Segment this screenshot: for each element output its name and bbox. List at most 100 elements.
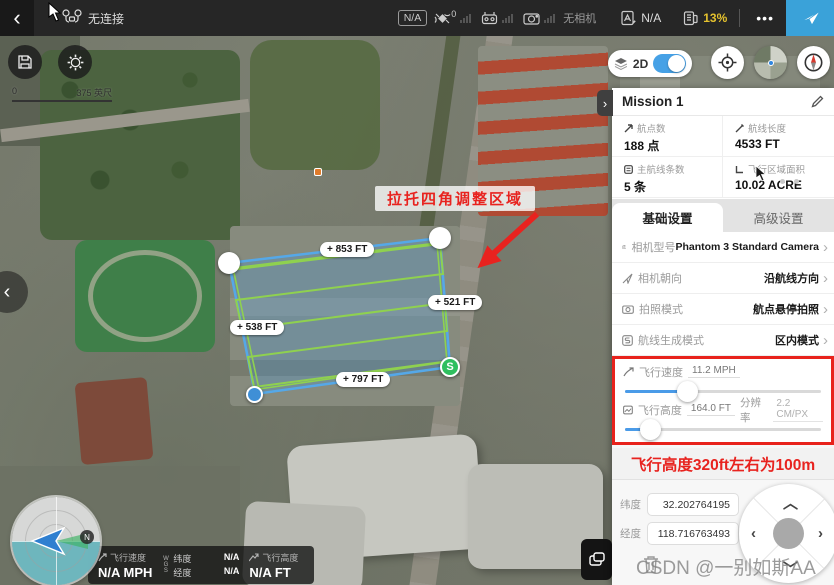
save-mission-button[interactable] [8, 45, 42, 79]
watermark: CSDN @一别如斯AA [636, 553, 816, 580]
telemetry-speed: 飞行速度 N/A MPH [98, 551, 152, 580]
settings-rows: 相机型号 Phantom 3 Standard Camera › 相机朝向 沿航… [612, 232, 834, 356]
2d-toggle-pill[interactable]: 2D [608, 50, 692, 77]
telemetry-alt-label: 飞行高度 [262, 551, 298, 564]
remote-controller-icon [481, 11, 498, 25]
setting-label: 相机型号 [631, 239, 675, 255]
scale-distance: 375 英尺 [76, 86, 112, 99]
corner-handle-bottom-left[interactable] [246, 386, 263, 403]
waypoint-icon [624, 124, 633, 133]
longitude-row: 经度 118.716763493 [620, 522, 739, 545]
altitude-slider-thumb[interactable] [640, 419, 661, 440]
camera-icon [622, 304, 634, 314]
telemetry-lat-value: N/A [224, 552, 240, 565]
speed-slider[interactable] [625, 390, 821, 393]
telemetry-bar: 飞行速度 N/A MPH WGS 纬度N/A 经度N/A 飞行高度 N/A FT [88, 546, 314, 584]
map-type-button[interactable] [581, 539, 612, 580]
corner-handle-top-right[interactable] [429, 227, 451, 249]
start-letter: S [446, 361, 453, 373]
battery-percentage: 13% [703, 11, 727, 25]
corner-handle-top-left[interactable] [218, 252, 240, 274]
stat-label: 航线长度 [748, 121, 786, 135]
minimap-button[interactable] [754, 46, 787, 79]
speed-value[interactable]: 11.2 MPH [688, 365, 740, 378]
orientation-icon [622, 273, 633, 284]
telemetry-gps: WGS 纬度N/A 经度N/A [162, 552, 239, 579]
satellite-icon [434, 11, 451, 26]
chevron-right-icon: › [823, 332, 828, 349]
tab-basic-settings[interactable]: 基础设置 [612, 203, 723, 232]
wgs-label: WGS [162, 556, 169, 574]
stat-label: 航点数 [637, 121, 666, 135]
camera-status-text: 无相机 [563, 10, 596, 26]
page-dot[interactable] [780, 179, 785, 184]
map-feature [250, 40, 380, 170]
chevron-right-icon: › [823, 239, 828, 256]
2d-toggle-switch[interactable] [653, 54, 686, 73]
layers-cards-icon [588, 551, 606, 569]
stat-value: 188 点 [624, 137, 722, 154]
chevron-left-icon: ‹ [4, 281, 11, 304]
map-annotation-label: 拉托四角调整区域 [375, 186, 535, 211]
mission-stats: 航点数 188 点 航线长度 4533 FT 主航线条数 5 条 飞行区域面积 … [612, 116, 834, 199]
longitude-label: 经度 [620, 526, 641, 541]
edit-pencil-icon[interactable] [811, 95, 824, 108]
map-feature [75, 377, 154, 465]
ellipsis-icon: ••• [756, 10, 774, 26]
setting-label: 航线生成模式 [638, 332, 775, 348]
nudge-right-button[interactable]: › [818, 525, 823, 542]
mainlines-icon [624, 165, 633, 174]
panel-collapse-button[interactable]: › [597, 90, 613, 116]
nudge-left-button[interactable]: ‹ [751, 525, 756, 542]
setting-camera-orientation[interactable]: 相机朝向 沿航线方向 › [612, 263, 834, 294]
setting-value: 区内模式 [775, 332, 819, 348]
latitude-value: 32.202764195 [663, 499, 730, 511]
setting-route-mode[interactable]: 航线生成模式 区内模式 › [612, 325, 834, 356]
layers-icon [614, 57, 628, 70]
longitude-input[interactable]: 118.716763493 [647, 522, 739, 545]
telemetry-speed-label: 飞行速度 [110, 551, 146, 564]
start-point-marker[interactable]: S [440, 357, 460, 377]
setting-photo-mode[interactable]: 拍照模式 航点悬停拍照 › [612, 294, 834, 325]
stat-route-length: 航线长度 4533 FT [723, 116, 834, 157]
mission-settings-button[interactable] [58, 45, 92, 79]
altitude-layers-icon [623, 405, 633, 415]
compass-reset-button[interactable] [797, 46, 830, 79]
stat-waypoints: 航点数 188 点 [612, 116, 723, 157]
route-length-icon [735, 124, 744, 133]
back-button[interactable]: ‹ [0, 0, 34, 36]
panel-page-dots[interactable] [780, 179, 799, 184]
telemetry-lng-value: N/A [224, 566, 240, 579]
telemetry-alt-value: N/A FT [249, 565, 298, 580]
more-button[interactable]: ••• [744, 10, 786, 26]
mission-title: Mission 1 [622, 94, 811, 109]
setting-value: 沿航线方向 [764, 270, 819, 286]
gear-icon [67, 54, 84, 71]
edge-length-left: + 538 FT [230, 320, 284, 335]
dpad-center-knob[interactable] [773, 518, 804, 549]
page-dot[interactable] [794, 179, 799, 184]
crosshair-icon [718, 53, 737, 72]
mouse-cursor-white [48, 2, 62, 22]
stat-value: 4533 FT [735, 137, 834, 151]
signal-bars-icon [544, 14, 555, 23]
altitude-slider[interactable] [625, 428, 821, 431]
nudge-up-button[interactable]: ︿ [783, 492, 798, 513]
chevron-right-icon: › [823, 270, 828, 287]
map-feature [88, 250, 202, 342]
altitude-value[interactable]: 164.0 FT [687, 403, 735, 416]
setting-camera-model[interactable]: 相机型号 Phantom 3 Standard Camera › [612, 232, 834, 263]
chevron-right-icon: › [603, 96, 607, 111]
takeoff-button[interactable] [786, 0, 834, 36]
tab-advanced-settings[interactable]: 高级设置 [723, 203, 834, 232]
latitude-row: 纬度 32.202764195 [620, 493, 739, 516]
settings-tabs: 基础设置 高级设置 [612, 199, 834, 232]
scale-zero: 0 [12, 86, 17, 99]
flight-mode-value: N/A [641, 11, 661, 25]
locate-me-button[interactable] [711, 46, 744, 79]
drone-icon [62, 9, 82, 27]
camera-status-icon [523, 12, 540, 25]
speed-slider-thumb[interactable] [677, 381, 698, 402]
latitude-input[interactable]: 32.202764195 [647, 493, 739, 516]
stat-area: 飞行区域面积 10.02 ACRE [723, 157, 834, 198]
